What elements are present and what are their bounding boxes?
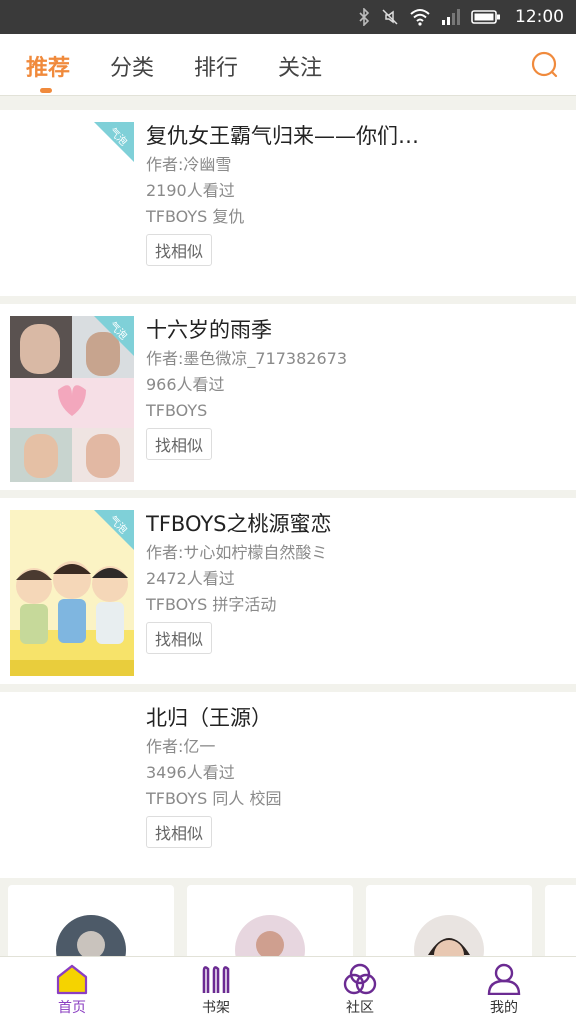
- book-tags: TFBOYS 同人 校园: [146, 789, 282, 808]
- tab-following[interactable]: 关注: [278, 50, 322, 82]
- wifi-icon: [410, 9, 430, 26]
- profile-icon: [487, 963, 521, 995]
- book-cover: 气泡: [10, 316, 134, 482]
- status-bar: 12:00: [0, 0, 576, 34]
- book-title[interactable]: 十六岁的雨季: [146, 314, 562, 346]
- avatar: [56, 915, 126, 957]
- search-icon: [531, 51, 558, 78]
- author-card[interactable]: [187, 885, 353, 957]
- nav-profile[interactable]: 我的: [464, 963, 544, 1017]
- book-feed: 气泡 复仇女王霸气归来——你们… 作者:冷幽雪 2190人看过 TFBOYS 复…: [0, 110, 576, 886]
- author-card[interactable]: [8, 885, 174, 957]
- book-title[interactable]: 复仇女王霸气归来——你们…: [146, 120, 562, 152]
- home-icon: [56, 964, 88, 995]
- recommended-authors-strip: [0, 877, 576, 957]
- book-tags: TFBOYS: [146, 401, 208, 420]
- book-card[interactable]: 气泡 TFBOYS之桃源蜜恋 作者:サ心如柠檬自然酸ミ 2472人看过 TFBO…: [0, 498, 576, 684]
- book-author: 作者:サ心如柠檬自然酸ミ: [146, 543, 328, 562]
- book-author: 作者:亿一: [146, 737, 216, 756]
- author-card[interactable]: [545, 885, 576, 957]
- bottom-nav: 首页 书架 社区 我的: [0, 956, 576, 1024]
- book-cover: [10, 704, 134, 870]
- community-icon: [343, 963, 377, 995]
- find-similar-button[interactable]: 找相似: [146, 234, 213, 266]
- tab-recommend[interactable]: 推荐: [26, 50, 70, 82]
- nav-community[interactable]: 社区: [320, 963, 400, 1017]
- book-info: 复仇女王霸气归来——你们… 作者:冷幽雪 2190人看过 TFBOYS 复仇 找…: [146, 120, 562, 266]
- book-views: 966人看过: [146, 375, 225, 394]
- hot-ribbon-icon: 气泡: [94, 510, 134, 550]
- find-similar-button[interactable]: 找相似: [146, 816, 213, 848]
- bluetooth-icon: [359, 8, 370, 26]
- book-tags: TFBOYS 拼字活动: [146, 595, 277, 614]
- battery-icon: [471, 10, 500, 24]
- nav-home[interactable]: 首页: [32, 963, 112, 1017]
- book-views: 2190人看过: [146, 181, 235, 200]
- book-info: 北归（王源） 作者:亿一 3496人看过 TFBOYS 同人 校园 找相似: [146, 702, 562, 848]
- author-card[interactable]: [366, 885, 532, 957]
- book-cover: 气泡: [10, 122, 134, 288]
- clock: 12:00: [515, 7, 564, 27]
- book-title[interactable]: 北归（王源）: [146, 702, 562, 734]
- top-nav: 推荐 分类 排行 关注: [0, 34, 576, 96]
- active-tab-indicator: [40, 88, 52, 93]
- nav-bookshelf[interactable]: 书架: [176, 963, 256, 1017]
- hot-ribbon-icon: 气泡: [94, 122, 134, 162]
- avatar: [414, 915, 484, 957]
- book-info: 十六岁的雨季 作者:墨色微凉_717382673 966人看过 TFBOYS 找…: [146, 314, 562, 460]
- book-views: 3496人看过: [146, 763, 235, 782]
- book-card[interactable]: 气泡 复仇女王霸气归来——你们… 作者:冷幽雪 2190人看过 TFBOYS 复…: [0, 110, 576, 296]
- nav-home-label: 首页: [58, 1000, 86, 1016]
- book-views: 2472人看过: [146, 569, 235, 588]
- book-card[interactable]: 气泡 十六岁的雨季 作者:墨色微凉_717382673 966人看过 TFBOY…: [0, 304, 576, 490]
- find-similar-button[interactable]: 找相似: [146, 428, 213, 460]
- hot-ribbon-icon: 气泡: [94, 316, 134, 356]
- nav-profile-label: 我的: [490, 1000, 518, 1016]
- book-info: TFBOYS之桃源蜜恋 作者:サ心如柠檬自然酸ミ 2472人看过 TFBOYS …: [146, 508, 562, 654]
- tab-category[interactable]: 分类: [110, 50, 154, 82]
- book-author: 作者:墨色微凉_717382673: [146, 349, 348, 368]
- tab-ranking[interactable]: 排行: [194, 50, 238, 82]
- book-author: 作者:冷幽雪: [146, 155, 232, 174]
- signal-icon: [442, 9, 460, 25]
- search-button[interactable]: [528, 48, 562, 82]
- mute-icon: [382, 9, 398, 25]
- nav-bookshelf-label: 书架: [202, 1000, 230, 1016]
- bookshelf-icon: [202, 966, 230, 993]
- book-card[interactable]: 北归（王源） 作者:亿一 3496人看过 TFBOYS 同人 校园 找相似: [0, 692, 576, 878]
- book-title[interactable]: TFBOYS之桃源蜜恋: [146, 508, 562, 540]
- book-tags: TFBOYS 复仇: [146, 207, 245, 226]
- nav-community-label: 社区: [346, 1000, 374, 1016]
- book-cover: 气泡: [10, 510, 134, 676]
- find-similar-button[interactable]: 找相似: [146, 622, 213, 654]
- status-icons: 12:00: [357, 0, 564, 34]
- avatar: [235, 915, 305, 957]
